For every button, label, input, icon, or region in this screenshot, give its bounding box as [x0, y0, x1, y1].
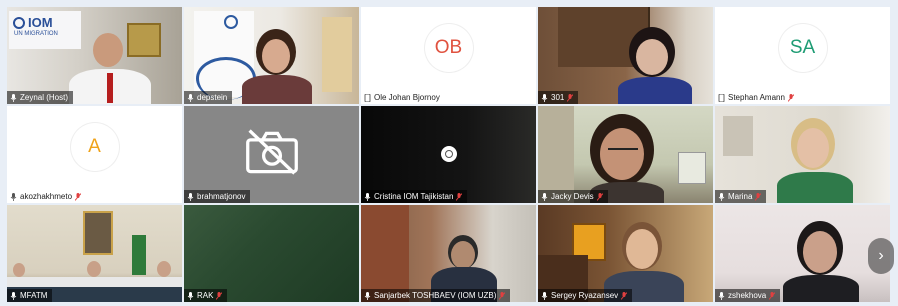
participant-name-bar: zshekhova	[715, 289, 781, 302]
participant-name: depstein	[197, 93, 228, 102]
participant-tile[interactable]: SA Stephan Amann	[715, 7, 890, 104]
participant-name: akozhakhmeto	[20, 192, 73, 201]
avatar: SA	[778, 23, 827, 72]
microphone-icon	[10, 192, 17, 201]
microphone-muted-icon	[787, 93, 794, 102]
participant-tile[interactable]: A akozhakhmeto	[7, 106, 182, 203]
microphone-muted-icon	[499, 291, 506, 300]
iom-logo-text: IOM	[28, 15, 53, 30]
participant-name-bar: Ole Johan Bjornoy	[361, 91, 445, 104]
participant-tile[interactable]: Sanjarbek TOSHBAEV (IOM UZB)	[361, 205, 536, 302]
participant-name: Ole Johan Bjornoy	[374, 93, 440, 102]
microphone-muted-icon	[216, 291, 223, 300]
participant-name-bar: akozhakhmeto	[7, 190, 87, 203]
phone-icon	[364, 93, 371, 102]
microphone-icon	[718, 192, 725, 201]
avatar-initials: SA	[789, 36, 816, 58]
participant-name-bar: RAK	[184, 289, 228, 302]
microphone-muted-icon	[596, 192, 603, 201]
microphone-muted-icon	[769, 291, 776, 300]
participant-name-bar: Jacky Devis	[538, 190, 608, 203]
participant-name: Cristina IOM Tajikistan	[374, 192, 454, 201]
iom-logo-subtitle: UN MIGRATION	[14, 31, 58, 37]
microphone-icon	[10, 291, 17, 300]
participant-name: Sergey Ryazansev	[551, 291, 619, 300]
participant-tile[interactable]: MFATM	[7, 205, 182, 302]
participant-name-bar: 301	[538, 91, 579, 104]
microphone-icon	[541, 291, 548, 300]
video-grid: IOM UN MIGRATION Zeynal (Host) depstein …	[7, 7, 891, 305]
loading-spinner-icon	[441, 146, 457, 162]
participant-name-bar: Sergey Ryazansev	[538, 289, 633, 302]
participant-name-bar: MFATM	[7, 289, 53, 302]
avatar: A	[70, 122, 119, 171]
phone-icon	[718, 93, 725, 102]
microphone-muted-icon	[75, 192, 82, 201]
participant-tile[interactable]: IOM UN MIGRATION Zeynal (Host)	[7, 7, 182, 104]
chevron-right-icon: ›	[878, 247, 884, 264]
microphone-icon	[187, 93, 194, 102]
microphone-muted-icon	[621, 291, 628, 300]
participant-name: Stephan Amann	[728, 93, 785, 102]
avatar: OB	[424, 23, 473, 72]
avatar-initials: A	[88, 135, 101, 157]
participant-tile-active-speaker[interactable]: depstein	[184, 7, 359, 104]
participant-name: zshekhova	[728, 291, 767, 300]
camera-off-icon	[246, 129, 298, 175]
participant-tile[interactable]: Jacky Devis	[538, 106, 713, 203]
participant-name-bar: Marina	[715, 190, 767, 203]
participant-tile[interactable]: Cristina IOM Tajikistan	[361, 106, 536, 203]
participant-name-bar: Cristina IOM Tajikistan	[361, 190, 468, 203]
participant-name-bar: depstein	[184, 91, 233, 104]
participant-tile[interactable]: brahmatjonov	[184, 106, 359, 203]
participant-name-bar: brahmatjonov	[184, 190, 251, 203]
microphone-icon	[10, 93, 17, 102]
microphone-muted-icon	[456, 192, 463, 201]
avatar-initials: OB	[434, 36, 463, 58]
microphone-icon	[718, 291, 725, 300]
next-page-button[interactable]: ›	[868, 238, 894, 274]
participant-name-bar: Zeynal (Host)	[7, 91, 74, 104]
participant-name: MFATM	[20, 291, 48, 300]
microphone-icon	[541, 93, 548, 102]
iom-logo: IOM	[13, 15, 53, 30]
participant-name: Zeynal (Host)	[20, 93, 69, 102]
microphone-muted-icon	[567, 93, 574, 102]
participant-name-bar: Stephan Amann	[715, 91, 799, 104]
participant-name-bar: Sanjarbek TOSHBAEV (IOM UZB)	[361, 289, 511, 302]
participant-name: Marina	[728, 192, 753, 201]
microphone-muted-icon	[755, 192, 762, 201]
participant-name: Jacky Devis	[551, 192, 594, 201]
microphone-icon	[364, 192, 371, 201]
microphone-icon	[364, 291, 371, 300]
participant-tile[interactable]: RAK	[184, 205, 359, 302]
microphone-icon	[187, 291, 194, 300]
participant-tile[interactable]: Marina	[715, 106, 890, 203]
participant-tile[interactable]: zshekhova	[715, 205, 890, 302]
participant-name: 301	[551, 93, 565, 102]
participant-name: Sanjarbek TOSHBAEV (IOM UZB)	[374, 291, 497, 300]
microphone-icon	[541, 192, 548, 201]
participant-tile[interactable]: 301	[538, 7, 713, 104]
participant-tile[interactable]: OB Ole Johan Bjornoy	[361, 7, 536, 104]
participant-name: brahmatjonov	[197, 192, 246, 201]
microphone-icon	[187, 192, 194, 201]
participant-name: RAK	[197, 291, 214, 300]
participant-tile[interactable]: Sergey Ryazansev	[538, 205, 713, 302]
